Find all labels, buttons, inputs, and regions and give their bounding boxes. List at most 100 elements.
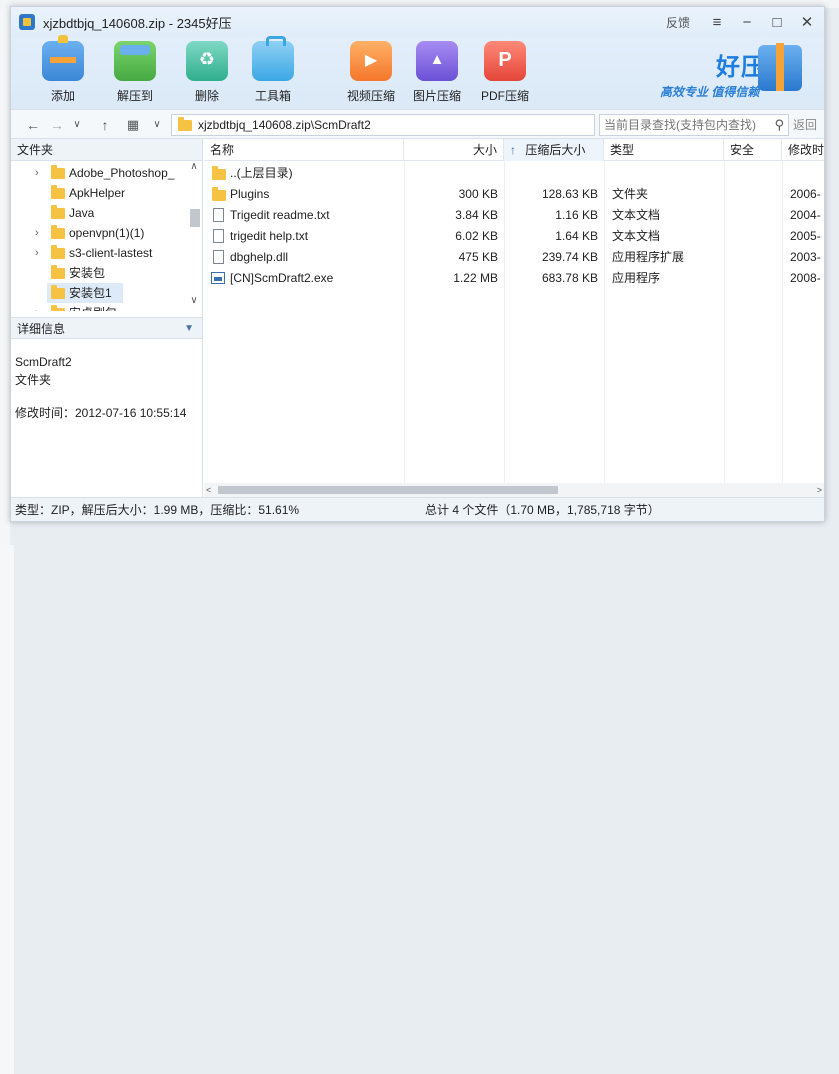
video-compress-label: 视频压缩 bbox=[346, 89, 395, 103]
file-type: 应用程序扩展 bbox=[612, 250, 685, 264]
scroll-thumb[interactable] bbox=[190, 209, 200, 227]
details-header[interactable]: 详细信息 ▼ bbox=[11, 317, 202, 339]
desktop-left-strip bbox=[0, 8, 10, 545]
file-modified: 2006- bbox=[790, 187, 821, 201]
tree-item-android-flash[interactable]: › 安卓刷包 bbox=[11, 303, 183, 311]
folder-icon bbox=[51, 165, 65, 179]
add-archive-icon bbox=[42, 35, 84, 81]
column-size[interactable]: 大小 bbox=[404, 139, 504, 161]
horizontal-scrollbar[interactable]: < > bbox=[204, 483, 824, 497]
toolbar: 添加 解压到 删除 工具箱 视频压缩 图片压缩 PDF压缩 好压 bbox=[11, 35, 824, 109]
delete-button[interactable]: 删除 bbox=[175, 41, 239, 104]
file-name: Plugins bbox=[230, 187, 270, 201]
tree-item-adobe-photoshop[interactable]: › Adobe_Photoshop_ bbox=[11, 163, 183, 183]
maximize-icon[interactable]: □ bbox=[764, 9, 790, 35]
delete-label: 删除 bbox=[194, 89, 219, 103]
forward-arrow-icon[interactable]: → bbox=[47, 115, 67, 135]
file-modified: 2003- bbox=[790, 250, 821, 264]
folder-icon bbox=[51, 225, 65, 239]
scroll-thumb[interactable] bbox=[218, 486, 558, 494]
detail-modified-time: 修改时间：2012-07-16 10:55:14 bbox=[15, 406, 187, 420]
file-size: 3.84 KB bbox=[455, 208, 498, 222]
column-security[interactable]: 安全 bbox=[724, 139, 782, 161]
feedback-button[interactable]: 反馈 bbox=[666, 14, 690, 31]
haozip-logo-icon bbox=[758, 43, 802, 91]
extract-to-label: 解压到 bbox=[116, 89, 153, 103]
file-modified: 2008- bbox=[790, 271, 821, 285]
search-input[interactable] bbox=[600, 115, 760, 135]
toolbox-button[interactable]: 工具箱 bbox=[241, 36, 305, 104]
add-button[interactable]: 添加 bbox=[31, 35, 95, 104]
back-arrow-icon[interactable]: ← bbox=[23, 115, 43, 135]
path-text: xjzbdtbjq_140608.zip\ScmDraft2 bbox=[198, 118, 371, 132]
tree-item-label: Java bbox=[69, 206, 95, 220]
sort-ascending-icon: ↑ bbox=[510, 143, 516, 157]
view-mode-icon[interactable]: ▦ bbox=[123, 115, 143, 135]
file-size: 300 KB bbox=[458, 187, 498, 201]
video-compress-button[interactable]: 视频压缩 bbox=[339, 41, 403, 104]
window-title: xjzbdtbjq_140608.zip - 2345好压 bbox=[43, 15, 232, 31]
file-row[interactable]: trigedit help.txt 6.02 KB 1.64 KB 文本文档 2… bbox=[204, 226, 824, 247]
collapse-caret-icon[interactable]: ▼ bbox=[184, 318, 194, 340]
extract-to-button[interactable]: 解压到 bbox=[103, 41, 167, 104]
folder-icon bbox=[51, 205, 65, 219]
tree-item-installer-1[interactable]: 安装包1 bbox=[47, 283, 123, 303]
file-name: Trigedit readme.txt bbox=[230, 208, 330, 222]
file-name: [CN]ScmDraft2.exe bbox=[230, 271, 334, 285]
search-icon[interactable]: ⚲ bbox=[774, 117, 784, 133]
tree-item-java[interactable]: Java bbox=[11, 203, 183, 223]
file-type: 应用程序 bbox=[612, 271, 661, 285]
image-compress-button[interactable]: 图片压缩 bbox=[405, 41, 469, 104]
folder-icon bbox=[51, 285, 65, 299]
folder-icon bbox=[212, 166, 226, 180]
scroll-left-icon[interactable]: < bbox=[206, 483, 211, 497]
title-bar[interactable]: xjzbdtbjq_140608.zip - 2345好压 反馈 ≡ − □ ✕ bbox=[11, 7, 824, 37]
close-icon[interactable]: ✕ bbox=[794, 9, 820, 35]
search-field[interactable]: ⚲ bbox=[599, 114, 789, 136]
menu-icon[interactable]: ≡ bbox=[704, 9, 730, 35]
path-field[interactable]: xjzbdtbjq_140608.zip\ScmDraft2 bbox=[171, 114, 595, 136]
toolbox-label: 工具箱 bbox=[254, 89, 291, 103]
file-row[interactable]: dbghelp.dll 475 KB 239.74 KB 应用程序扩展 2003… bbox=[204, 247, 824, 268]
file-row[interactable]: [CN]ScmDraft2.exe 1.22 MB 683.78 KB 应用程序… bbox=[204, 268, 824, 289]
column-packed-size[interactable]: ↑ 压缩后大小 bbox=[504, 139, 604, 161]
tree-item-label: 安装包1 bbox=[69, 286, 112, 300]
toolbox-icon bbox=[252, 36, 294, 81]
expand-chevron-icon[interactable]: › bbox=[35, 243, 39, 263]
column-type[interactable]: 类型 bbox=[604, 139, 724, 161]
brand-logo: 好压 高效专业 值得信赖 bbox=[660, 43, 810, 103]
column-name[interactable]: 名称 bbox=[204, 139, 404, 161]
view-dropdown-icon[interactable]: ∨ bbox=[147, 115, 167, 135]
file-row[interactable]: Trigedit readme.txt 3.84 KB 1.16 KB 文本文档… bbox=[204, 205, 824, 226]
scroll-right-icon[interactable]: > bbox=[817, 483, 822, 497]
video-icon bbox=[350, 41, 392, 81]
tree-item-openvpn[interactable]: › openvpn(1)(1) bbox=[11, 223, 183, 243]
tree-scrollbar[interactable]: ∧ ∨ bbox=[188, 161, 200, 311]
add-label: 添加 bbox=[50, 89, 75, 103]
details-header-label: 详细信息 bbox=[17, 322, 66, 336]
up-arrow-icon[interactable]: ↑ bbox=[95, 115, 115, 135]
expand-chevron-icon[interactable]: › bbox=[35, 223, 39, 243]
minimize-icon[interactable]: − bbox=[734, 9, 760, 35]
expand-chevron-icon[interactable]: › bbox=[35, 163, 39, 183]
file-row[interactable]: Plugins 300 KB 128.63 KB 文件夹 2006- bbox=[204, 184, 824, 205]
pdf-compress-button[interactable]: PDF压缩 bbox=[473, 41, 537, 104]
detail-name: ScmDraft2 bbox=[15, 355, 72, 369]
file-packed-size: 239.74 KB bbox=[541, 250, 598, 264]
folder-icon bbox=[51, 185, 65, 199]
file-row[interactable]: ..(上层目录) bbox=[204, 163, 824, 184]
file-size: 1.22 MB bbox=[453, 271, 498, 285]
expand-chevron-icon[interactable]: › bbox=[35, 303, 39, 311]
column-modified[interactable]: 修改时 bbox=[782, 139, 824, 161]
text-file-icon bbox=[213, 208, 224, 222]
return-button[interactable]: 返回 bbox=[793, 116, 817, 133]
file-packed-size: 683.78 KB bbox=[541, 271, 598, 285]
tree-item-apkhelper[interactable]: ApkHelper bbox=[11, 183, 183, 203]
scroll-up-icon[interactable]: ∧ bbox=[188, 161, 200, 172]
tree-item-installer[interactable]: 安装包 bbox=[11, 263, 183, 283]
history-dropdown-icon[interactable]: ∨ bbox=[67, 115, 87, 135]
haozip-window: xjzbdtbjq_140608.zip - 2345好压 反馈 ≡ − □ ✕… bbox=[10, 6, 825, 522]
folder-tree: › Adobe_Photoshop_ ApkHelper Java › open… bbox=[11, 161, 202, 311]
tree-item-s3-client[interactable]: › s3-client-lastest bbox=[11, 243, 183, 263]
scroll-down-icon[interactable]: ∨ bbox=[188, 295, 200, 306]
